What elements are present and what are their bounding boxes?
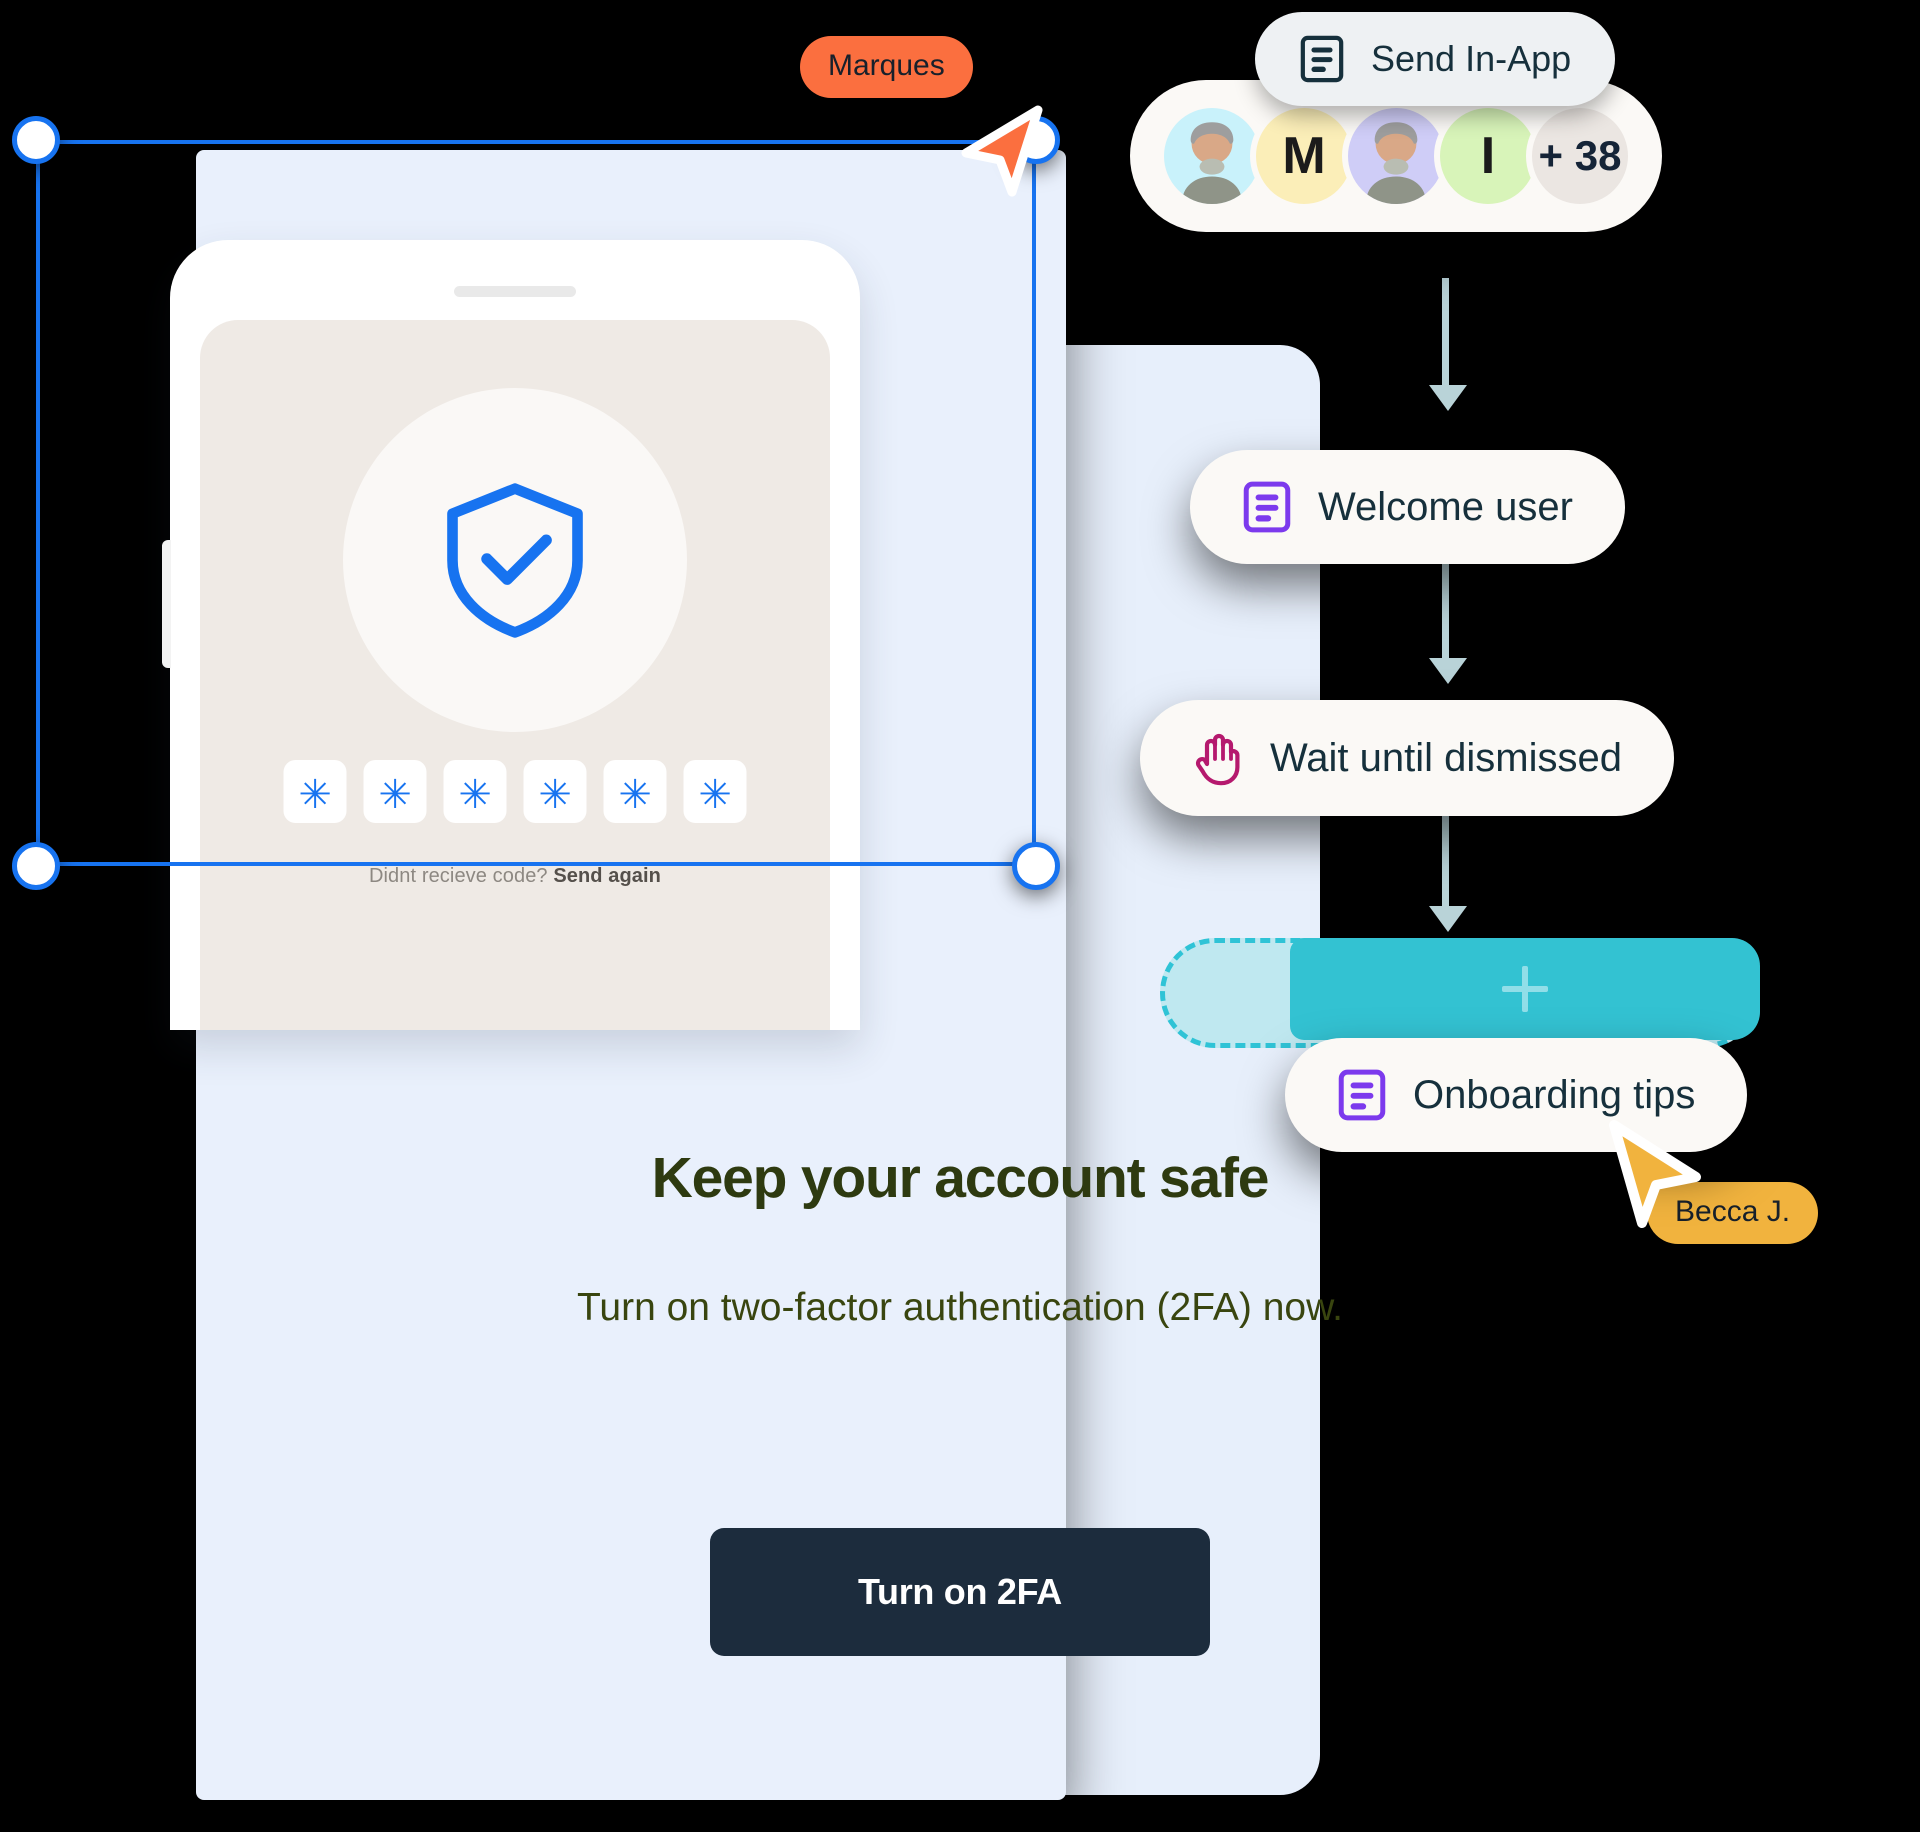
phone-screen: ✳ ✳ ✳ ✳ ✳ ✳ Didnt recieve code? Send again xyxy=(200,320,830,1030)
person-photo-icon xyxy=(1181,122,1243,204)
connector-line-1 xyxy=(1442,278,1449,388)
collaborator-tag-marques: Marques xyxy=(800,36,973,98)
code-input-5[interactable]: ✳ xyxy=(603,760,667,823)
step-welcome-user[interactable]: Welcome user xyxy=(1190,450,1625,564)
connector-arrow-1 xyxy=(1429,385,1467,411)
turn-on-2fa-button[interactable]: Turn on 2FA xyxy=(710,1528,1210,1656)
step-dropzone-highlight[interactable] xyxy=(1290,938,1760,1040)
code-input-6[interactable]: ✳ xyxy=(683,760,747,823)
connector-arrow-2 xyxy=(1429,658,1467,684)
code-input-1[interactable]: ✳ xyxy=(283,760,347,823)
connector-arrow-3 xyxy=(1429,906,1467,932)
in-app-message-icon xyxy=(1300,35,1344,83)
resize-handle-bottom-right[interactable] xyxy=(1012,842,1060,890)
shield-badge xyxy=(343,388,687,732)
step-wait-until-dismissed-label: Wait until dismissed xyxy=(1270,735,1622,780)
in-app-message-icon xyxy=(1243,481,1291,533)
step-wait-until-dismissed[interactable]: Wait until dismissed xyxy=(1140,700,1674,816)
resend-prompt-label: Didnt recieve code? xyxy=(368,865,548,887)
plus-icon xyxy=(1502,966,1548,1012)
connector-line-2 xyxy=(1442,552,1449,662)
message-subtitle: Turn on two-factor authentication (2FA) … xyxy=(577,1286,1343,1329)
phone-side-button xyxy=(162,540,171,668)
cursor-marques xyxy=(961,105,1043,197)
step-onboarding-tips-label: Onboarding tips xyxy=(1413,1072,1696,1117)
code-input-2[interactable]: ✳ xyxy=(363,760,427,823)
phone-mockup: ✳ ✳ ✳ ✳ ✳ ✳ Didnt recieve code? Send again xyxy=(162,240,860,1030)
step-welcome-user-label: Welcome user xyxy=(1318,484,1573,529)
step-send-in-app-label: Send In-App xyxy=(1371,38,1572,79)
connector-line-3 xyxy=(1442,800,1449,910)
in-app-message-icon xyxy=(1338,1069,1386,1121)
resend-code-link[interactable]: Send again xyxy=(553,865,661,887)
avatar-overflow[interactable]: + 38 xyxy=(1526,102,1634,210)
code-input-4[interactable]: ✳ xyxy=(523,760,587,823)
step-send-in-app[interactable]: Send In-App xyxy=(1255,12,1616,106)
resize-handle-bottom-left[interactable] xyxy=(12,842,60,890)
code-input-3[interactable]: ✳ xyxy=(443,760,507,823)
resend-code-text: Didnt recieve code? Send again xyxy=(200,865,830,888)
canvas-root: ✳ ✳ ✳ ✳ ✳ ✳ Didnt recieve code? Send again Ke… xyxy=(0,0,1920,1832)
verification-code-input-row[interactable]: ✳ ✳ ✳ ✳ ✳ ✳ xyxy=(283,760,747,823)
hand-stop-icon xyxy=(1195,733,1240,786)
resize-handle-top-left[interactable] xyxy=(12,116,60,164)
person-photo-icon xyxy=(1365,122,1427,204)
cursor-becca xyxy=(1609,1120,1701,1228)
shield-check-icon xyxy=(447,482,583,638)
phone-speaker-icon xyxy=(454,286,576,297)
